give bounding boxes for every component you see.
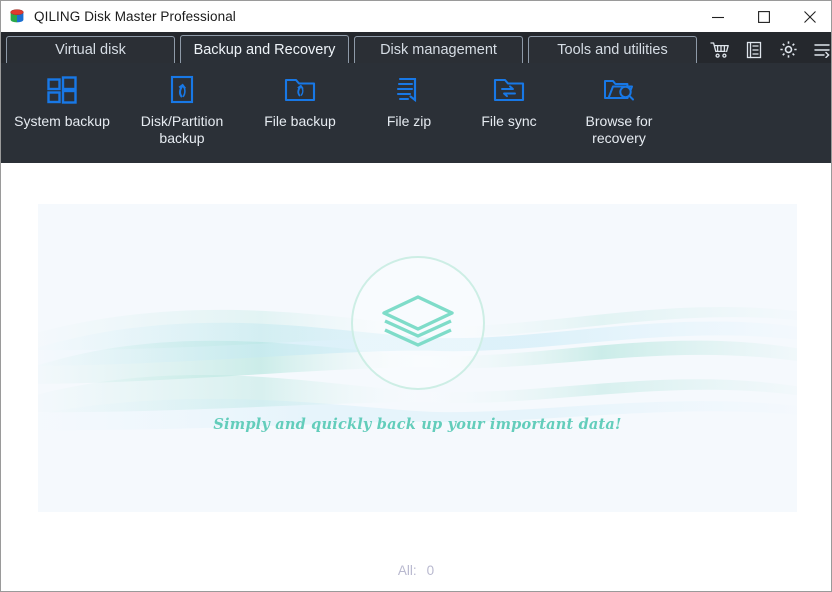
title-bar: QILING Disk Master Professional bbox=[1, 1, 831, 32]
window-title: QILING Disk Master Professional bbox=[34, 9, 236, 24]
primary-toolbar: System backup Disk/Partition backup File… bbox=[1, 63, 831, 206]
log-icon[interactable] bbox=[743, 39, 765, 61]
toolbar-item-system-backup[interactable]: System backup bbox=[1, 63, 123, 130]
toolbar-item-browse-for-recovery[interactable]: Browse for recovery bbox=[559, 63, 679, 147]
tab-label: Disk management bbox=[380, 42, 497, 58]
windows-panes-icon bbox=[47, 73, 77, 107]
layers-stack-icon bbox=[379, 292, 457, 354]
hero-circle bbox=[350, 256, 485, 390]
toolbar-item-label: Browse for recovery bbox=[585, 113, 653, 146]
toolbar-item-label: File backup bbox=[264, 113, 336, 129]
toolbar-items: System backup Disk/Partition backup File… bbox=[1, 63, 679, 163]
tagline: Simply and quickly back up your importan… bbox=[213, 416, 622, 433]
app-window: QILING Disk Master Professional Virtual … bbox=[0, 0, 832, 592]
minimize-button[interactable] bbox=[695, 1, 741, 32]
content-area: Simply and quickly back up your importan… bbox=[1, 163, 831, 591]
tab-strip-icons bbox=[709, 36, 831, 63]
close-button[interactable] bbox=[787, 1, 831, 32]
folder-search-icon bbox=[602, 73, 636, 107]
status-bar: All: 0 bbox=[1, 563, 831, 578]
toolbar-item-disk-partition-backup[interactable]: Disk/Partition backup bbox=[123, 63, 241, 147]
toolbar-item-file-zip[interactable]: File zip bbox=[359, 63, 459, 130]
disk-partition-arrow-icon bbox=[169, 73, 195, 107]
tab-backup-and-recovery[interactable]: Backup and Recovery bbox=[180, 35, 349, 63]
tab-label: Tools and utilities bbox=[557, 42, 668, 58]
gear-icon[interactable] bbox=[777, 39, 799, 61]
window-controls bbox=[695, 1, 831, 32]
cube-icon bbox=[8, 8, 26, 26]
tab-virtual-disk[interactable]: Virtual disk bbox=[6, 36, 175, 63]
folder-sync-icon bbox=[493, 73, 525, 107]
all-count: 0 bbox=[426, 563, 435, 578]
tab-tools-and-utilities[interactable]: Tools and utilities bbox=[528, 36, 697, 63]
maximize-button[interactable] bbox=[741, 1, 787, 32]
tab-label: Virtual disk bbox=[55, 42, 126, 58]
folder-arrow-icon bbox=[284, 73, 316, 107]
empty-state-panel: Simply and quickly back up your importan… bbox=[38, 204, 797, 512]
tab-strip: Virtual disk Backup and Recovery Disk ma… bbox=[1, 32, 831, 63]
menu-icon[interactable] bbox=[811, 39, 831, 61]
empty-state-hero: Simply and quickly back up your importan… bbox=[38, 256, 797, 433]
cart-icon[interactable] bbox=[709, 39, 731, 61]
toolbar-item-file-backup[interactable]: File backup bbox=[241, 63, 359, 130]
tab-disk-management[interactable]: Disk management bbox=[354, 36, 523, 63]
toolbar-item-file-sync[interactable]: File sync bbox=[459, 63, 559, 130]
toolbar-item-label: System backup bbox=[14, 113, 110, 129]
tab-label: Backup and Recovery bbox=[193, 41, 336, 58]
all-label: All: bbox=[397, 563, 417, 578]
toolbar-item-label: Disk/Partition backup bbox=[140, 113, 224, 146]
zip-stack-icon bbox=[395, 73, 423, 107]
toolbar-item-label: File zip bbox=[386, 113, 432, 129]
toolbar-item-label: File sync bbox=[481, 113, 537, 129]
